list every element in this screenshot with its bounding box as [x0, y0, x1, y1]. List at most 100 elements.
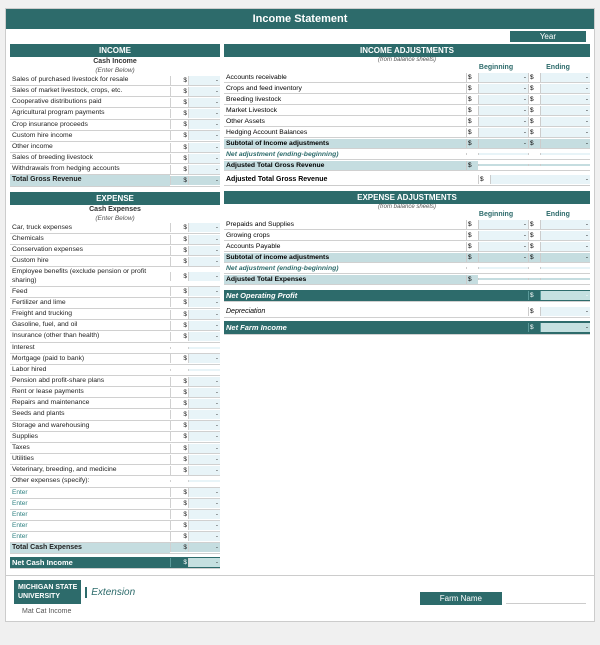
exp-value-e2[interactable] [188, 499, 220, 508]
beginning-label-expense: Beginning [466, 211, 526, 218]
eadj-v2-subtotal[interactable] [540, 253, 590, 262]
exp-value-7[interactable] [188, 298, 220, 307]
farm-name-value[interactable] [506, 594, 586, 604]
eadj-v2-3[interactable] [540, 242, 590, 251]
eadj-v1-1[interactable] [478, 220, 528, 229]
exp-value-18[interactable] [188, 421, 220, 430]
eadj-v2-1[interactable] [540, 220, 590, 229]
exp-value-6[interactable] [188, 287, 220, 296]
income-value-7[interactable] [188, 143, 220, 152]
iadj-v2-subtotal[interactable] [540, 139, 590, 148]
income-total-dollar: $ [170, 176, 188, 185]
exp-dollar-11 [170, 347, 188, 349]
exp-enter-1[interactable]: Enter [10, 488, 170, 498]
exp-enter-2[interactable]: Enter [10, 499, 170, 509]
eadj-v1-3[interactable] [478, 242, 528, 251]
exp-value-2[interactable] [188, 235, 220, 244]
income-value-9[interactable] [188, 165, 220, 174]
iadj-v1-2[interactable] [478, 84, 528, 93]
eadj-v1-adjexp[interactable] [478, 278, 528, 280]
income-value-1[interactable] [188, 76, 220, 85]
exp-row-1: Car, truck expenses $ [10, 223, 220, 234]
iadj-v2-4[interactable] [540, 106, 590, 115]
exp-total-dollar: $ [170, 543, 188, 552]
income-value-3[interactable] [188, 98, 220, 107]
eadj-v1-subtotal[interactable] [478, 253, 528, 262]
iadj-v2-2[interactable] [540, 84, 590, 93]
eadj-label-subtotal: Subtotal of income adjustments [224, 253, 466, 262]
exp-value-8[interactable] [188, 310, 220, 319]
net-cash-value[interactable] [188, 558, 220, 567]
income-value-5[interactable] [188, 120, 220, 129]
exp-enter-3[interactable]: Enter [10, 510, 170, 520]
adj-gross-summary-value[interactable]: - [490, 175, 590, 184]
net-op-value[interactable] [540, 291, 590, 300]
exp-value-22[interactable] [188, 466, 220, 475]
exp-value-16[interactable] [188, 399, 220, 408]
exp-dollar-10: $ [170, 332, 188, 341]
iadj-v1-subtotal[interactable] [478, 139, 528, 148]
exp-value-e3[interactable] [188, 510, 220, 519]
exp-row-e2: Enter $ [10, 499, 220, 510]
exp-value-1[interactable] [188, 223, 220, 232]
exp-value-3[interactable] [188, 246, 220, 255]
exp-value-19[interactable] [188, 432, 220, 441]
dep-value[interactable]: - [540, 307, 590, 316]
exp-value-9[interactable] [188, 321, 220, 330]
iadj-v1-4[interactable] [478, 106, 528, 115]
income-total-value[interactable] [188, 176, 220, 185]
iadj-d1-netadj [466, 153, 478, 155]
income-total-row: Total Gross Revenue $ [10, 175, 220, 186]
exp-value-15[interactable] [188, 388, 220, 397]
income-value-6[interactable] [188, 131, 220, 140]
iadj-d2-subtotal: $ [528, 139, 540, 148]
eadj-v2-2[interactable] [540, 231, 590, 240]
eadj-row-1: Prepaids and Supplies $ $ [224, 219, 590, 230]
exp-dollar-19: $ [170, 432, 188, 441]
exp-value-12[interactable] [188, 354, 220, 363]
iadj-v1-5[interactable] [478, 117, 528, 126]
iadj-v1-1[interactable] [478, 73, 528, 82]
iadj-d1-4: $ [466, 106, 478, 115]
exp-enter-4[interactable]: Enter [10, 521, 170, 531]
exp-value-e1[interactable] [188, 488, 220, 497]
beg-end-header-income: Beginning Ending [224, 63, 590, 72]
eadj-v1-2[interactable] [478, 231, 528, 240]
eadj-row-3: Accounts Payable $ $ [224, 241, 590, 252]
exp-value-13[interactable] [188, 369, 220, 371]
iadj-v2-1[interactable] [540, 73, 590, 82]
exp-total-value[interactable] [188, 543, 220, 552]
exp-value-e4[interactable] [188, 521, 220, 530]
net-cash-label: Net Cash Income [10, 557, 170, 568]
exp-enter-5[interactable]: Enter [10, 532, 170, 542]
exp-dollar-8: $ [170, 310, 188, 319]
income-value-8[interactable] [188, 154, 220, 163]
iadj-v2-adjgross [540, 164, 590, 166]
iadj-v2-5[interactable] [540, 117, 590, 126]
eadj-d2-adjexp [528, 278, 540, 280]
exp-label-18: Storage and warehousing [10, 421, 170, 431]
exp-value-17[interactable] [188, 410, 220, 419]
income-dollar-8: $ [170, 154, 188, 163]
net-farm-value[interactable] [540, 323, 590, 332]
iadj-v2-3[interactable] [540, 95, 590, 104]
iadj-v1-6[interactable] [478, 128, 528, 137]
iadj-v1-3[interactable] [478, 95, 528, 104]
iadj-d1-subtotal: $ [466, 139, 478, 148]
exp-value-5[interactable] [188, 272, 220, 281]
exp-value-14[interactable] [188, 377, 220, 386]
exp-value-e5[interactable] [188, 532, 220, 541]
exp-dollar-e5: $ [170, 532, 188, 541]
eadj-label-3: Accounts Payable [224, 242, 466, 251]
income-value-4[interactable] [188, 109, 220, 118]
exp-value-4[interactable] [188, 257, 220, 266]
exp-value-10[interactable] [188, 332, 220, 341]
income-value-2[interactable] [188, 87, 220, 96]
exp-value-20[interactable] [188, 444, 220, 453]
income-row-7: Other income $ [10, 142, 220, 153]
exp-value-21[interactable] [188, 455, 220, 464]
exp-value-11[interactable] [188, 347, 220, 349]
expense-sub-header: Cash Expenses [10, 205, 220, 214]
iadj-v1-adjgross[interactable] [478, 164, 528, 166]
iadj-v2-6[interactable] [540, 128, 590, 137]
